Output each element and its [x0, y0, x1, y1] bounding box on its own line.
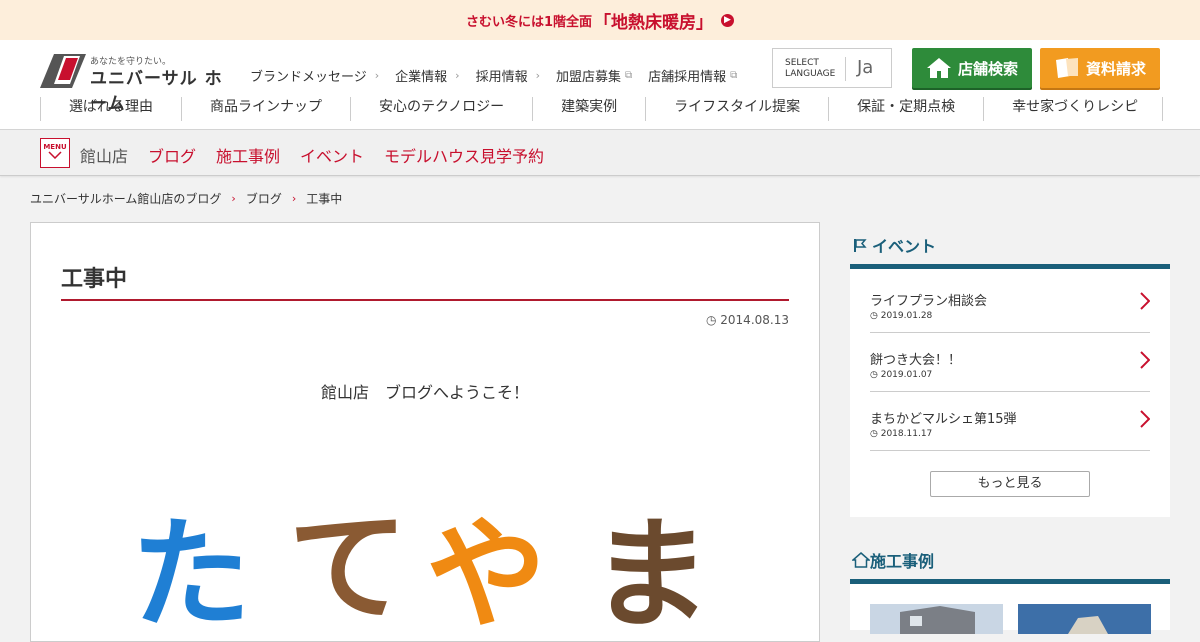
chevron-right-icon — [1140, 351, 1150, 369]
lang-label-language: LANGUAGE — [785, 69, 836, 79]
util-link-franchise[interactable]: 加盟店募集 ⧉ — [556, 66, 632, 85]
house-outline-icon — [852, 552, 870, 568]
events-list: ライフプラン相談会 ◷ 2019.01.28 餅つき大会！！ ◷ 2019.01… — [850, 269, 1170, 517]
lang-value: Ja — [857, 57, 874, 78]
clock-icon: ◷ — [870, 370, 878, 380]
logo-mark-icon — [40, 54, 86, 88]
breadcrumb-item[interactable]: ユニバーサルホーム館山店のブログ — [30, 190, 221, 207]
house-icon — [926, 58, 951, 78]
clock-icon: ◷ — [705, 313, 717, 327]
store-name[interactable]: 館山店 — [80, 143, 128, 167]
store-search-label: 店舗検索 — [957, 59, 1018, 78]
util-link-store-recruit[interactable]: 店舗採用情報 ⧉ — [648, 66, 737, 85]
subnav-link-events[interactable]: イベント — [300, 143, 364, 167]
gnav-item[interactable]: 保証・定期点検 — [828, 97, 983, 121]
divider — [845, 57, 846, 81]
flag-icon — [854, 239, 867, 252]
util-link-brand[interactable]: ブランドメッセージ › — [250, 66, 379, 85]
cases-heading: 施工事例 — [852, 548, 934, 572]
chevron-right-icon: › — [455, 69, 460, 82]
site-logo[interactable]: あなたを守りたい。 ユニバーサル ホーム — [40, 54, 232, 114]
breadcrumb: ユニバーサルホーム館山店のブログ › ブログ › 工事中 — [30, 190, 342, 207]
banner-prefix: さむい冬には1階全面 — [465, 14, 593, 30]
util-link-recruit[interactable]: 採用情報 › — [476, 66, 540, 85]
gnav-item[interactable]: 安心のテクノロジー — [350, 97, 532, 121]
gnav-item[interactable]: 建築実例 — [532, 97, 645, 121]
subnav-link-cases[interactable]: 施工事例 — [216, 143, 280, 167]
chevron-right-icon — [1140, 292, 1150, 310]
cases-list — [850, 584, 1170, 634]
welcome-text: 館山店 ブログへようこそ！ — [320, 383, 529, 402]
chevron-right-icon: ▶ — [721, 13, 735, 27]
store-search-button[interactable]: 店舗検索 — [912, 48, 1032, 88]
clock-icon: ◷ — [870, 429, 878, 439]
global-nav: 選ばれる理由 商品ラインナップ 安心のテクノロジー 建築実例 ライフスタイル提案… — [40, 97, 1164, 121]
event-item[interactable]: 餅つき大会！！ ◷ 2019.01.07 — [870, 333, 1150, 392]
hero-char: ま — [591, 506, 711, 641]
chevron-right-icon: › — [535, 69, 540, 82]
util-link-company[interactable]: 企業情報 › — [395, 66, 459, 85]
utility-nav: ブランドメッセージ › 企業情報 › 採用情報 › 加盟店募集 ⧉ 店舗採用情報 ⧉ — [250, 66, 753, 85]
gnav-item[interactable]: 選ばれる理由 — [40, 97, 181, 121]
event-item[interactable]: ライフプラン相談会 ◷ 2019.01.28 — [870, 274, 1150, 333]
gnav-item[interactable]: 幸せ家づくりレシピ — [983, 97, 1164, 121]
chevron-right-icon: › — [291, 192, 297, 205]
subnav-link-blog[interactable]: ブログ — [148, 143, 196, 167]
subnav-link-model-house[interactable]: モデルハウス見学予約 — [384, 143, 544, 167]
promo-banner[interactable]: さむい冬には1階全面 「地熱床暖房」 ▶ — [0, 0, 1200, 40]
lang-label-select: SELECT — [785, 58, 819, 68]
breadcrumb-item[interactable]: ブログ — [246, 190, 282, 207]
gnav-item[interactable]: 商品ラインナップ — [181, 97, 350, 121]
subnav-links: ブログ 施工事例 イベント モデルハウス見学予約 — [148, 143, 544, 167]
document-icon — [1055, 58, 1078, 78]
hero-image: た て や ま — [131, 499, 711, 641]
gnav-item[interactable]: ライフスタイル提案 — [645, 97, 828, 121]
external-link-icon: ⧉ — [625, 70, 633, 81]
menu-label: MENU — [43, 143, 67, 151]
chevron-right-icon — [1140, 410, 1150, 428]
hero-char: や — [426, 506, 546, 641]
clock-icon: ◷ — [870, 311, 878, 321]
document-request-button[interactable]: 資料請求 — [1040, 48, 1160, 88]
external-link-icon: ⧉ — [730, 70, 738, 81]
chevron-right-icon: › — [374, 69, 380, 82]
event-item[interactable]: まちかどマルシェ第15弾 ◷ 2018.11.17 — [870, 392, 1150, 451]
chevron-right-icon: › — [231, 192, 236, 205]
title-divider — [61, 299, 789, 301]
banner-highlight: 「地熱床暖房」 — [594, 12, 714, 33]
article-title: 工事中 — [61, 267, 128, 292]
chevron-down-icon — [48, 151, 62, 160]
breadcrumb-current: 工事中 — [306, 192, 343, 206]
blog-article: 工事中 ◷ 2014.08.13 館山店 ブログへようこそ！ た て や ま — [30, 222, 820, 642]
store-subnav: MENU 館山店 ブログ 施工事例 イベント モデルハウス見学予約 — [0, 130, 1200, 176]
site-header: あなたを守りたい。 ユニバーサル ホーム ブランドメッセージ › 企業情報 › 採用… — [0, 40, 1200, 130]
menu-button[interactable]: MENU — [40, 138, 70, 168]
article-date: ◷ 2014.08.13 — [705, 313, 789, 327]
language-selector[interactable]: SELECT LANGUAGE Ja — [772, 48, 892, 88]
hero-char: た — [131, 506, 251, 641]
document-request-label: 資料請求 — [1085, 59, 1146, 78]
events-heading: イベント — [852, 233, 936, 257]
hero-char: て — [288, 499, 408, 638]
more-events-button[interactable]: もっと見る — [930, 471, 1090, 497]
